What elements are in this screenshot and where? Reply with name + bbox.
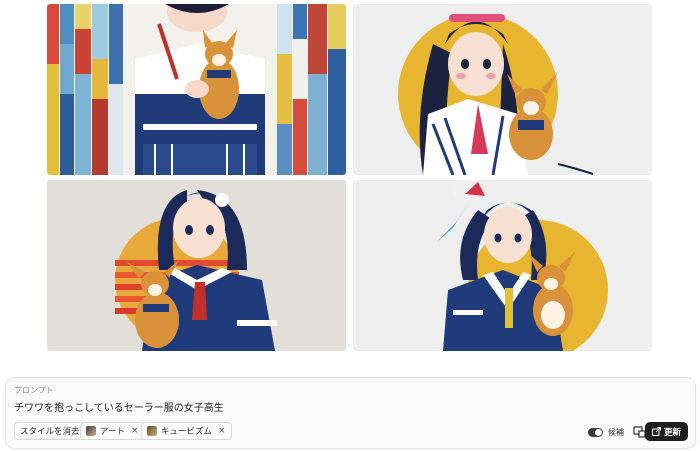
cubism-thumbnail-icon (147, 426, 157, 436)
clear-style-button[interactable]: スタイルを消去 (14, 422, 86, 440)
candidates-toggle[interactable] (588, 428, 603, 437)
update-button-label: 更新 (663, 427, 681, 438)
generated-image-3[interactable] (47, 180, 346, 351)
generated-image-2[interactable] (353, 4, 652, 175)
generated-image-4[interactable] (353, 180, 652, 351)
prompt-input[interactable]: チワワを抱っこしているセーラー服の女子高生 (14, 399, 224, 414)
generated-image-1[interactable] (47, 4, 346, 175)
update-button[interactable]: 更新 (645, 422, 688, 441)
prompt-label: プロンプト (14, 386, 54, 395)
external-link-icon (652, 427, 661, 436)
remove-cubism-icon[interactable]: × (218, 426, 226, 436)
style-chip-cubism-label: キュービズム (161, 427, 213, 437)
candidates-toggle-label: 候補 (608, 428, 624, 437)
art-thumbnail-icon (86, 426, 96, 436)
prompt-panel: プロンプト チワワを抱っこしているセーラー服の女子高生 スタイルを消去 アート … (5, 377, 696, 449)
clear-style-label: スタイルを消去 (20, 427, 80, 437)
remove-art-icon[interactable]: × (131, 426, 139, 436)
style-chip-art-label: アート (100, 427, 125, 437)
style-chip-art[interactable]: アート × (80, 422, 145, 440)
style-chip-cubism[interactable]: キュービズム × (141, 422, 232, 440)
